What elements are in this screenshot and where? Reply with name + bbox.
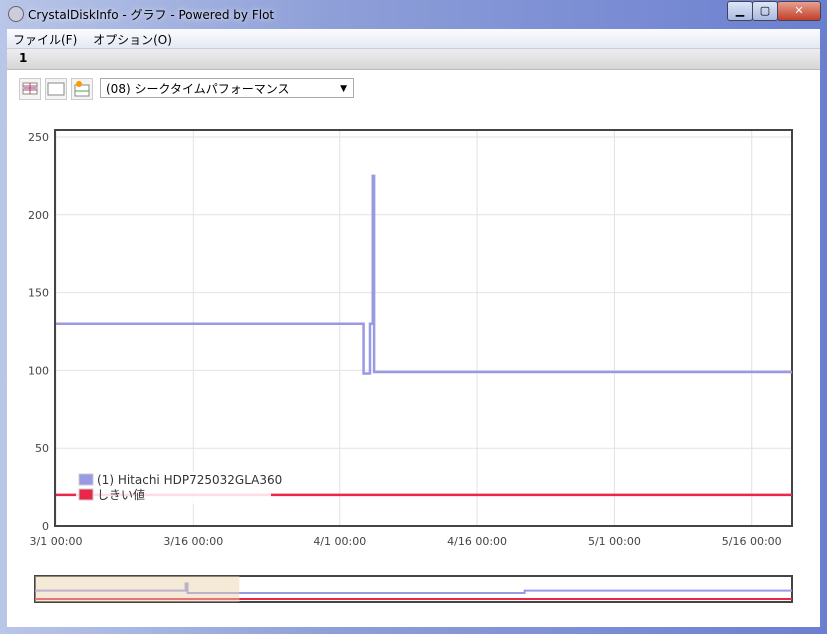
y-tick-label: 100 bbox=[28, 364, 49, 377]
y-tick-label: 0 bbox=[42, 520, 49, 533]
plot-background bbox=[56, 130, 792, 526]
chart[interactable]: 0 50 100 150 200 250 3/1 00:00 3/16 00:00 4/1 00… bbox=[0, 0, 827, 634]
x-tick-label: 4/1 00:00 bbox=[313, 535, 366, 548]
y-tick-label: 250 bbox=[28, 131, 49, 144]
legend-swatch bbox=[78, 488, 94, 501]
x-tick-label: 3/16 00:00 bbox=[163, 535, 223, 548]
x-tick-label: 5/16 00:00 bbox=[722, 535, 782, 548]
legend-label: しきい値 bbox=[97, 487, 145, 502]
overview-selection[interactable] bbox=[35, 576, 240, 602]
legend-label: (1) Hitachi HDP725032GLA360 bbox=[97, 473, 282, 487]
x-tick-label: 4/16 00:00 bbox=[447, 535, 507, 548]
x-tick-label: 5/1 00:00 bbox=[588, 535, 641, 548]
y-tick-label: 150 bbox=[28, 287, 49, 300]
legend: (1) Hitachi HDP725032GLA360しきい値 bbox=[76, 472, 282, 504]
y-tick-label: 50 bbox=[35, 442, 49, 455]
y-tick-label: 200 bbox=[28, 209, 49, 222]
overview-chart[interactable] bbox=[34, 575, 793, 603]
x-tick-label: 3/1 00:00 bbox=[30, 535, 83, 548]
legend-swatch bbox=[78, 473, 94, 486]
